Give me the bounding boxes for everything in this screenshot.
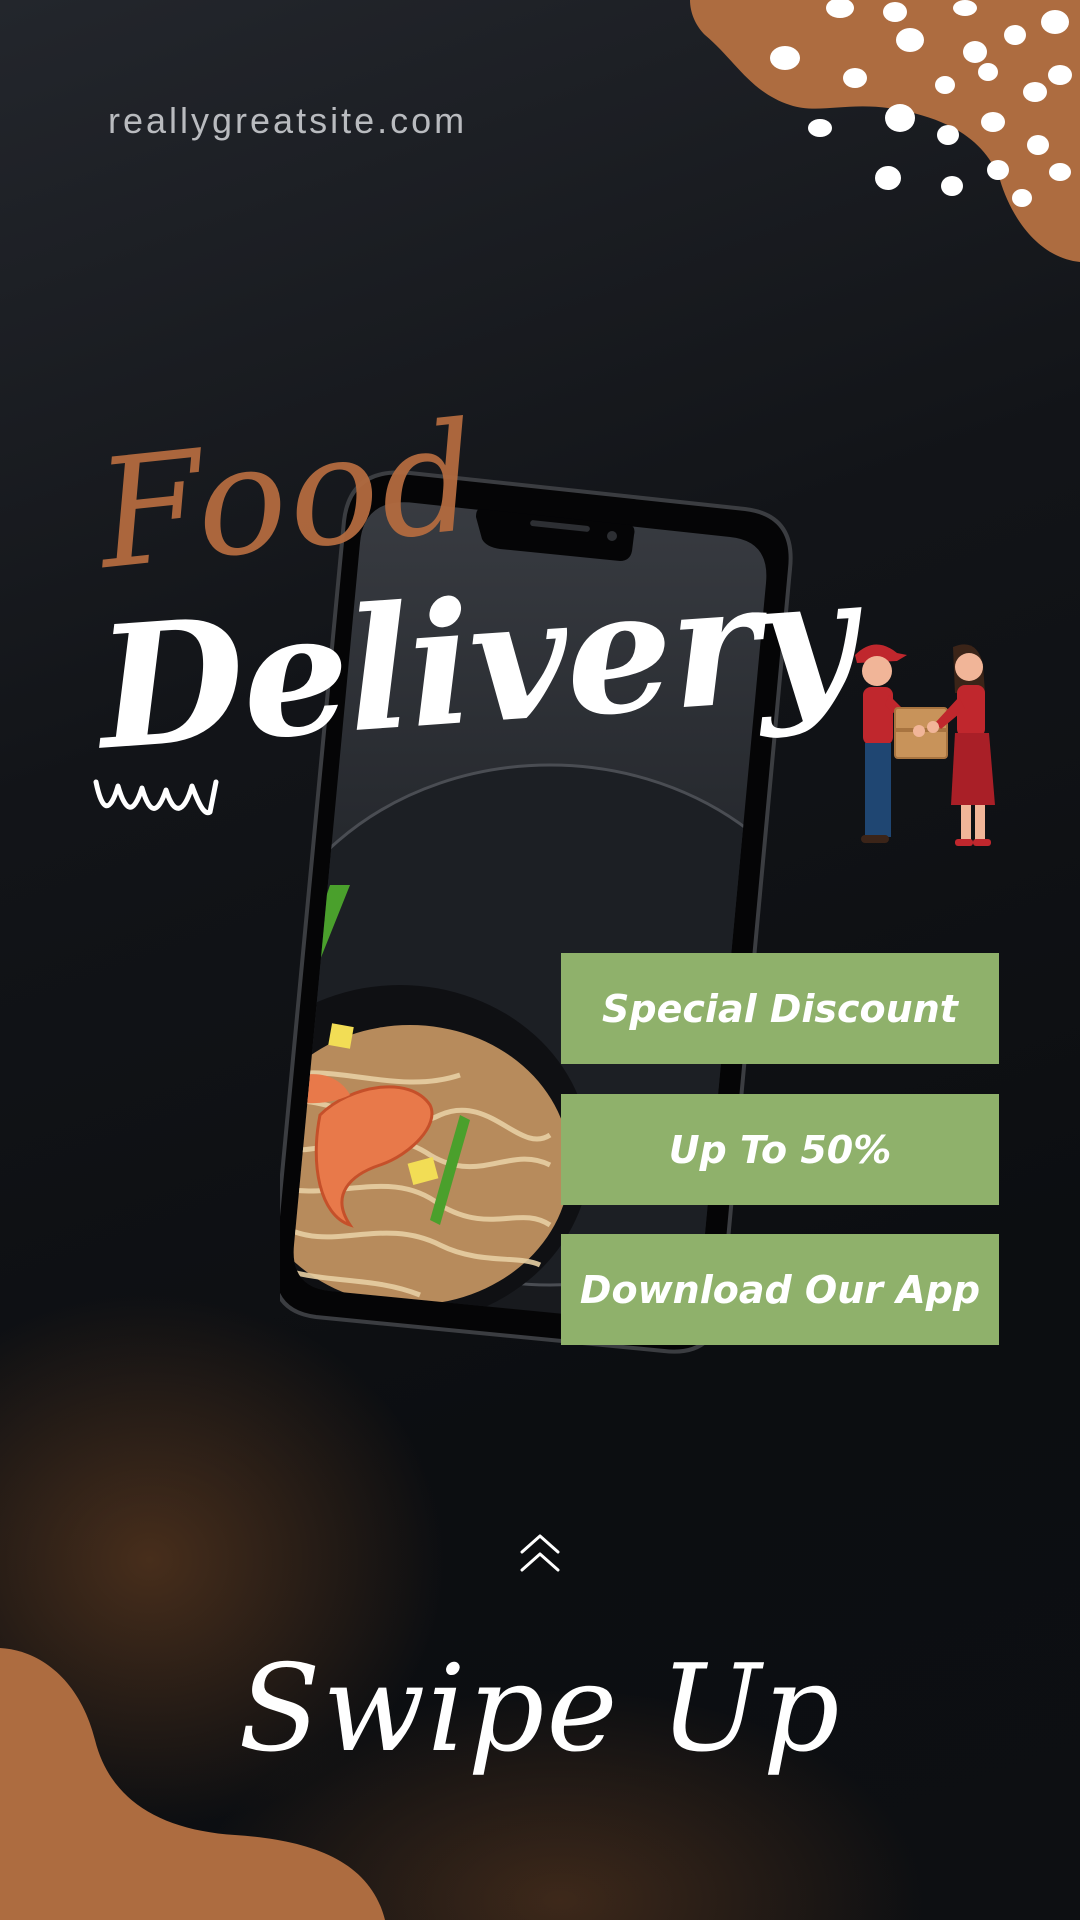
special-discount-button[interactable]: Special Discount <box>561 953 999 1064</box>
download-our-app-button[interactable]: Download Our App <box>561 1234 999 1345</box>
delivery-person-handing-box-icon <box>855 644 995 846</box>
up-to-50-percent-button[interactable]: Up To 50% <box>561 1094 999 1205</box>
swipe-up-label[interactable]: Swipe Up <box>0 1640 1080 1779</box>
chevron-up-icon[interactable] <box>518 1530 562 1576</box>
website-url[interactable]: reallygreatsite.com <box>108 100 467 142</box>
